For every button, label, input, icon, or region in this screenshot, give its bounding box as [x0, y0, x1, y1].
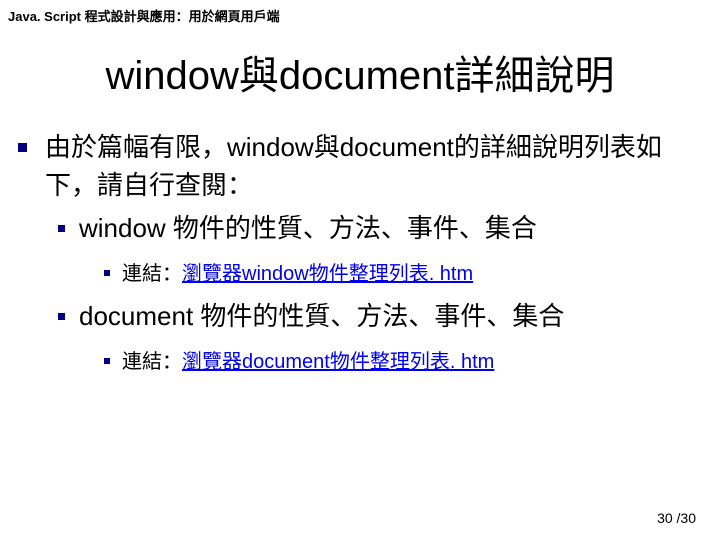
bullet-level3-document-link: 連結：瀏覽器document物件整理列表. htm — [104, 346, 702, 378]
page-current: 30 — [657, 510, 673, 526]
bullet-level2-window: window 物件的性質、方法、事件、集合 — [58, 210, 702, 248]
document-object-link[interactable]: 瀏覽器document物件整理列表. htm — [182, 351, 494, 373]
bullet-text: 連結：瀏覽器document物件整理列表. htm — [122, 346, 702, 378]
bullet-level1: 由於篇幅有限，window與document的詳細說明列表如下，請自行查閱： — [18, 129, 702, 204]
square-bullet-icon — [104, 358, 110, 364]
bullet-level2-document: document 物件的性質、方法、事件、集合 — [58, 298, 702, 336]
square-bullet-icon — [104, 270, 110, 276]
slide-body: 由於篇幅有限，window與document的詳細說明列表如下，請自行查閱： w… — [0, 129, 720, 378]
bullet-text: window 物件的性質、方法、事件、集合 — [79, 210, 702, 248]
square-bullet-icon — [18, 143, 27, 152]
link-prefix: 連結： — [122, 351, 182, 373]
slide-title: window與document詳細說明 — [0, 43, 720, 101]
page-total: 30 — [680, 510, 696, 526]
window-object-link[interactable]: 瀏覽器window物件整理列表. htm — [182, 263, 473, 285]
bullet-text: 由於篇幅有限，window與document的詳細說明列表如下，請自行查閱： — [45, 129, 702, 204]
page-number: 30 /30 — [657, 510, 696, 526]
square-bullet-icon — [58, 225, 65, 232]
slide-header: Java. Script 程式設計與應用：用於網頁用戶端 — [0, 0, 720, 35]
link-prefix: 連結： — [122, 263, 182, 285]
bullet-text: 連結：瀏覽器window物件整理列表. htm — [122, 258, 702, 290]
bullet-level3-window-link: 連結：瀏覽器window物件整理列表. htm — [104, 258, 702, 290]
square-bullet-icon — [58, 313, 65, 320]
bullet-text: document 物件的性質、方法、事件、集合 — [79, 298, 702, 336]
